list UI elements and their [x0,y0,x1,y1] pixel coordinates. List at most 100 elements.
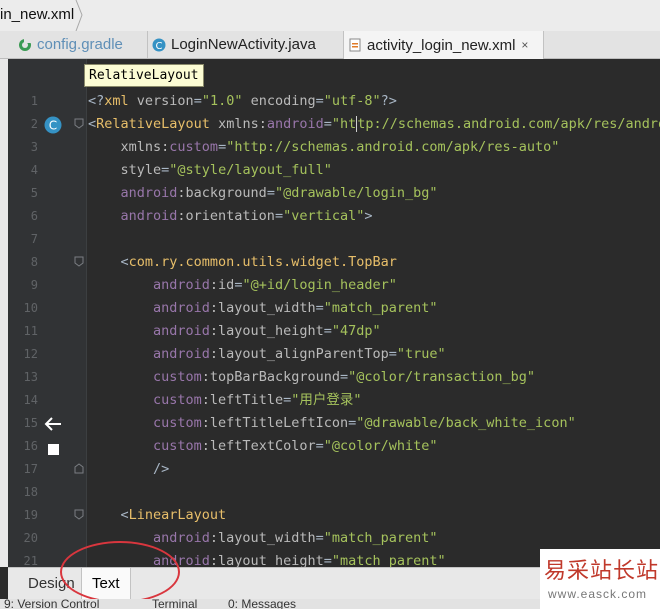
code-token: xmlns: [88,139,170,155]
code-text[interactable]: <?xml version="1.0" encoding="utf-8"?> [88,90,397,113]
tab-login-new-activity[interactable]: C LoginNewActivity.java [148,31,344,58]
fold-marker-icon[interactable] [74,463,84,474]
code-text[interactable]: android:background="@drawable/login_bg" [88,182,438,205]
line-number: 11 [23,324,38,338]
code-token: "match_parent" [323,530,438,546]
code-token: :layout_height [209,553,324,567]
code-text[interactable]: android:layout_alignParentTop="true" [88,343,446,366]
code-editor[interactable]: 1 <?xml version="1.0" encoding="utf-8"?> 2… [8,59,660,567]
code-text[interactable]: <LinearLayout [88,504,227,527]
code-line: 13 custom:topBarBackground="@color/trans… [8,366,660,389]
code-text[interactable]: <com.ry.common.utils.widget.TopBar [88,251,397,274]
code-text[interactable]: style="@style/layout_full" [88,159,332,182]
code-token: encoding [242,93,316,109]
code-line: 10 android:layout_width="match_parent" [8,297,660,320]
code-token: android [88,300,210,316]
code-text[interactable]: /> [88,458,169,481]
code-token: = [315,300,324,316]
svg-text:C: C [156,41,163,52]
line-number: 7 [30,232,38,246]
code-text[interactable]: custom:leftTextColor="@color/white" [88,435,438,458]
code-token: version [136,93,194,109]
code-token: = [266,185,275,201]
code-text[interactable]: <RelativeLayout xmlns:android="http://sc… [88,113,660,136]
code-text[interactable]: xmlns:custom="http://schemas.android.com… [88,136,560,159]
code-token: custom [88,392,202,408]
code-token: xmlns: [218,116,267,132]
code-token: xml [104,93,137,109]
code-token: "ht [331,116,357,132]
close-icon[interactable]: × [521,38,528,52]
code-token: < [88,254,129,270]
highlight-annotation-circle [60,541,180,603]
tab-config-gradle[interactable]: config.gradle [14,31,148,58]
fold-marker-icon[interactable] [74,509,84,520]
code-token: android [266,116,324,132]
breadcrumb-chevron-icon [75,0,83,31]
code-text[interactable]: custom:leftTitle="用户登录" [88,389,361,412]
code-text[interactable]: custom:leftTitleLeftIcon="@drawable/back… [88,412,576,435]
code-line: 3 xmlns:custom="http://schemas.android.c… [8,136,660,159]
line-number: 14 [23,393,38,407]
breadcrumb-file[interactable]: in_new.xml [0,6,74,23]
code-text[interactable]: custom:topBarBackground="@color/transact… [88,366,535,389]
class-marker-icon[interactable]: C [44,116,62,134]
code-token: :id [209,277,235,293]
code-token: = [323,323,332,339]
java-class-icon: C [152,38,166,52]
code-token: tp://schemas.android.com/apk/res/android… [357,116,660,132]
watermark: 易采站长站 www.easck.com [540,549,660,609]
svg-text:C: C [49,119,57,133]
code-text[interactable]: android:orientation="vertical"> [88,205,373,228]
code-token: "match_parent" [331,553,446,567]
code-line: 1 <?xml version="1.0" encoding="utf-8"?> [8,90,660,113]
code-line: 12 android:layout_alignParentTop="true" [8,343,660,366]
code-text[interactable]: android:layout_height="47dp" [88,320,381,343]
fold-marker-icon[interactable] [74,256,84,267]
code-token: style [88,162,162,178]
code-token: "@drawable/login_bg" [274,185,438,201]
terminal-button[interactable]: Terminal [152,599,197,609]
code-token: = [218,139,227,155]
code-token: LinearLayout [128,507,227,523]
code-line: 2 <RelativeLayout xmlns:android="http://s… [8,113,660,136]
code-token: = [193,93,202,109]
code-token: android [88,185,178,201]
line-number: 13 [23,370,38,384]
code-token: "用户登录" [291,392,362,408]
code-token: = [339,369,349,385]
code-token: :background [177,185,267,201]
left-tool-strip [0,59,8,567]
breadcrumb-tooltip: RelativeLayout [84,64,204,87]
messages-button[interactable]: 0: Messages [228,599,296,609]
code-token: > [364,208,373,224]
editor-tab-bar: config.gradle C LoginNewActivity.java ac… [0,31,660,59]
xml-file-icon [349,38,361,52]
code-token: RelativeLayout [96,116,219,132]
code-line: 18 [8,481,660,504]
code-token: "vertical" [283,208,365,224]
code-token: "@drawable/back_white_icon" [356,415,576,431]
breadcrumb: in_new.xml [0,0,660,32]
fold-marker-icon[interactable] [74,118,84,129]
code-token: "@color/white" [323,438,438,454]
code-token: android [88,323,210,339]
code-token: :layout_width [209,300,316,316]
line-number: 18 [23,485,38,499]
code-token: = [323,116,332,132]
line-number: 15 [23,416,38,430]
code-line: 17 /> [8,458,660,481]
version-control-button[interactable]: 9: Version Control [4,599,99,609]
line-number: 10 [23,301,38,315]
tab-activity-login-new-xml[interactable]: activity_login_new.xml × [344,31,544,59]
line-number: 2 [30,117,38,131]
line-number: 12 [23,347,38,361]
code-text[interactable]: android:layout_width="match_parent" [88,297,438,320]
code-line: 7 [8,228,660,251]
code-token: = [315,93,324,109]
code-token: < [88,507,129,523]
back-arrow-icon [44,417,61,431]
watermark-url: www.easck.com [548,587,648,601]
code-line: 5 android:background="@drawable/login_bg… [8,182,660,205]
code-text[interactable]: android:id="@+id/login_header" [88,274,397,297]
